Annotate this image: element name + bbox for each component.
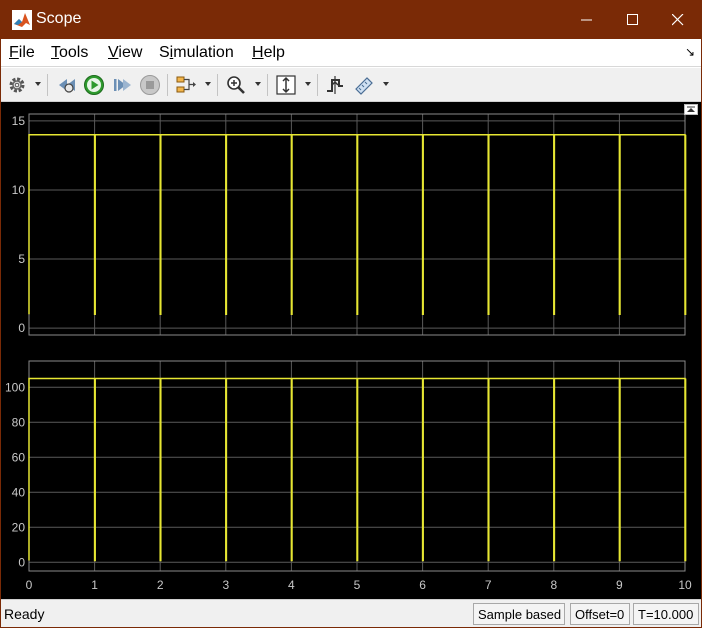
step-forward-button[interactable] (111, 73, 133, 97)
matlab-icon (12, 10, 32, 30)
measurements-button[interactable] (353, 73, 375, 97)
x-tick-label: 6 (419, 578, 426, 592)
maximize-icon (627, 14, 638, 25)
zoom-in-icon (227, 76, 245, 94)
undock-legend-icon[interactable] (684, 104, 698, 115)
scope-plots[interactable]: 0 5 10 15 0 20 40 60 80 100 0 1 2 3 4 5 6 7 8 9 10 (1, 102, 701, 599)
x-tick-label: 9 (616, 578, 623, 592)
window-title: Scope (36, 10, 82, 27)
x-tick-label: 4 (288, 578, 295, 592)
y-tick-label: 0 (18, 321, 25, 335)
y-tick-label: 100 (5, 380, 25, 394)
title-bar[interactable]: Scope (1, 1, 701, 39)
y-tick-label: 0 (18, 555, 25, 569)
settings-button[interactable] (6, 73, 28, 97)
stop-icon (140, 75, 160, 95)
status-text: Ready (4, 606, 45, 622)
toolbar-separator (317, 74, 318, 96)
toolbar-separator (167, 74, 168, 96)
run-icon (84, 75, 104, 95)
close-button[interactable] (655, 1, 701, 39)
maximize-button[interactable] (610, 1, 656, 39)
measurements-dropdown-icon[interactable] (383, 82, 389, 86)
run-button[interactable] (83, 73, 105, 97)
autoscale-button[interactable] (275, 73, 297, 97)
minimize-button[interactable] (564, 1, 610, 39)
settings-dropdown-icon[interactable] (35, 82, 41, 86)
triggers-icon (327, 76, 343, 94)
toolbar-separator (217, 74, 218, 96)
menu-file[interactable]: File (9, 44, 35, 62)
menu-tools[interactable]: Tools (51, 44, 88, 62)
close-icon (672, 14, 684, 26)
menu-simulation[interactable]: Simulation (159, 44, 234, 62)
status-bar: Ready Sample based Offset=0 T=10.000 (1, 599, 701, 627)
y-tick-label: 80 (12, 415, 26, 429)
settings-icon (9, 77, 25, 93)
step-back-button[interactable] (55, 73, 77, 97)
stop-button[interactable] (139, 73, 161, 97)
x-tick-label: 0 (26, 578, 33, 592)
x-tick-label: 3 (222, 578, 229, 592)
signal-line (28, 377, 687, 562)
measurements-icon (355, 77, 373, 95)
toolbar-separator (47, 74, 48, 96)
offset-field: Offset=0 (570, 603, 630, 625)
x-tick-label: 2 (157, 578, 164, 592)
signal-selector-icon (176, 76, 196, 93)
y-tick-label: 40 (12, 485, 26, 499)
step-forward-icon (114, 79, 131, 91)
autoscale-icon (276, 75, 296, 95)
x-tick-label: 10 (678, 578, 692, 592)
step-back-icon (59, 79, 75, 93)
y-tick-label: 20 (12, 520, 26, 534)
scope-display[interactable]: 0 5 10 15 0 20 40 60 80 100 0 1 2 3 4 5 6 7 8 9 10 (1, 102, 701, 599)
zoom-button[interactable] (225, 73, 247, 97)
minimize-icon (581, 19, 592, 21)
menu-bar: File Tools View Simulation Help ↘ (1, 39, 701, 67)
menu-view[interactable]: View (108, 44, 142, 62)
x-tick-label: 8 (550, 578, 557, 592)
time-field: T=10.000 (633, 603, 699, 625)
y-tick-label: 60 (12, 450, 26, 464)
scope-window: Scope File Tools View Simulation Help ↘ (0, 0, 702, 628)
x-tick-label: 7 (485, 578, 492, 592)
signal-selector-button[interactable] (175, 73, 199, 97)
x-tick-label: 5 (354, 578, 361, 592)
menu-help[interactable]: Help (252, 44, 285, 62)
toolbar-separator (267, 74, 268, 96)
x-tick-label: 1 (91, 578, 98, 592)
sample-mode-field: Sample based (473, 603, 565, 625)
dock-arrow-icon[interactable]: ↘ (685, 45, 695, 59)
signal-selector-dropdown-icon[interactable] (205, 82, 211, 86)
autoscale-dropdown-icon[interactable] (305, 82, 311, 86)
signal-line (28, 133, 687, 316)
toolbar (1, 68, 701, 102)
y-tick-label: 15 (12, 114, 26, 128)
y-tick-label: 5 (18, 252, 25, 266)
zoom-dropdown-icon[interactable] (255, 82, 261, 86)
y-tick-label: 10 (12, 183, 26, 197)
triggers-button[interactable] (324, 73, 346, 97)
